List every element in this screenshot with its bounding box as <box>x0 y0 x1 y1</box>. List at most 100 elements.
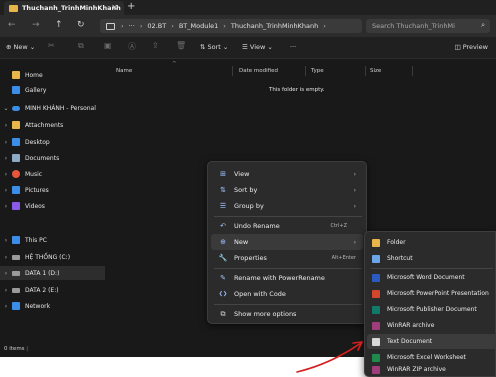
chevron-right-icon[interactable]: › <box>0 122 12 129</box>
menu-item-powerrename[interactable]: ✎ Rename with PowerRename <box>211 270 363 286</box>
sidebar-item-videos[interactable]: › Videos <box>0 199 105 213</box>
column-header-type[interactable]: Type <box>311 68 324 74</box>
search-input[interactable]: Search Thuchanh_TrinhMi ⌕ <box>366 19 490 33</box>
more-options-icon: ⧉ <box>220 309 226 318</box>
navigation-pane: Home Gallery ⌄ MINH KHÁNH - Personal › A… <box>0 60 105 343</box>
forward-icon[interactable]: → <box>32 20 40 30</box>
delete-icon[interactable]: 🗑 <box>176 41 186 50</box>
sidebar-item-drive-d[interactable]: › DATA 1 (D:) <box>0 266 105 280</box>
submenu-item-powerpoint[interactable]: Microsoft PowerPoint Presentation <box>367 286 496 301</box>
search-icon: ⌕ <box>481 21 485 29</box>
preview-button[interactable]: ◫ Preview <box>454 43 488 51</box>
sidebar-item-label: HỆ THỐNG (C:) <box>25 253 71 261</box>
copy-icon[interactable]: ⧉ <box>78 41 84 51</box>
back-icon[interactable]: ← <box>8 20 16 30</box>
share-icon[interactable]: ⇪ <box>152 41 159 50</box>
pc-icon <box>12 236 20 244</box>
address-bar[interactable]: › ··· › 02.BT › BT_Module1 › Thuchanh_Tr… <box>100 19 362 33</box>
sidebar-item-gallery[interactable]: Gallery <box>0 83 105 97</box>
sort-icon: ⇅ <box>220 186 226 194</box>
drive-icon <box>12 270 20 276</box>
submenu-item-label: Microsoft Excel Worksheet <box>387 354 466 361</box>
sidebar-item-desktop[interactable]: › Desktop <box>0 135 105 149</box>
sidebar-item-drive-e[interactable]: › DATA 2 (E:) <box>0 283 105 297</box>
sidebar-item-home[interactable]: Home <box>0 68 105 82</box>
chevron-right-icon[interactable]: › <box>0 303 12 310</box>
chevron-right-icon[interactable]: › <box>0 287 12 294</box>
up-icon[interactable]: ↑ <box>55 20 63 30</box>
breadcrumb-more[interactable]: ··· <box>129 22 135 30</box>
submenu-item-shortcut[interactable]: Shortcut <box>367 251 496 266</box>
refresh-icon[interactable]: ↻ <box>77 20 85 30</box>
sidebar-item-music[interactable]: › Music <box>0 167 105 181</box>
new-tab-icon[interactable]: + <box>127 1 135 12</box>
menu-item-open-with-code[interactable]: ❮❯ Open with Code <box>211 286 363 302</box>
folder-icon <box>372 238 380 247</box>
column-header-date-modified[interactable]: Date modified <box>239 68 278 74</box>
folder-icon <box>12 121 20 129</box>
menu-item-view[interactable]: ⊞ View › <box>211 166 363 182</box>
chevron-right-icon: › <box>323 22 326 30</box>
sidebar-item-this-pc[interactable]: › This PC <box>0 233 105 247</box>
sidebar-item-drive-c[interactable]: › HỆ THỐNG (C:) <box>0 250 105 264</box>
menu-item-label: Group by <box>234 202 264 210</box>
submenu-item-folder[interactable]: Folder <box>367 235 496 250</box>
sidebar-item-attachments[interactable]: › Attachments <box>0 118 105 132</box>
chevron-right-icon[interactable]: › <box>0 237 12 244</box>
sidebar-item-onedrive[interactable]: ⌄ MINH KHÁNH - Personal <box>0 101 105 115</box>
submenu-item-label: Microsoft Word Document <box>387 274 465 281</box>
chevron-right-icon[interactable]: › <box>0 254 12 261</box>
monitor-icon <box>106 22 115 30</box>
menu-item-undo-rename[interactable]: ↶ Undo Rename Ctrl+Z <box>211 218 363 234</box>
winrar-zip-icon <box>372 365 380 374</box>
text-document-icon <box>372 337 380 346</box>
menu-item-group-by[interactable]: ☰ Group by › <box>211 198 363 214</box>
view-button[interactable]: ☰ View ⌄ <box>242 43 273 51</box>
breadcrumb-segment[interactable]: Thuchanh_TrinhMinhKhanh <box>231 22 318 30</box>
new-button[interactable]: ⊕ New ⌄ <box>6 43 35 51</box>
item-count: 0 items <box>4 346 25 352</box>
sidebar-item-label: Desktop <box>25 138 50 146</box>
rename-icon[interactable]: Ⓐ <box>128 41 136 52</box>
breadcrumb-segment[interactable]: BT_Module1 <box>179 22 218 30</box>
tab-thuchanh[interactable]: Thuchanh_TrinhMinhKhanh ✕ <box>4 1 124 15</box>
submenu-item-winrar-zip[interactable]: WinRAR ZIP archive <box>367 362 496 377</box>
sidebar-item-label: MINH KHÁNH - Personal <box>25 104 96 112</box>
chevron-right-icon[interactable]: › <box>0 171 12 178</box>
close-tab-icon[interactable]: ✕ <box>111 3 118 12</box>
sidebar-item-documents[interactable]: › Documents <box>0 151 105 165</box>
pictures-icon <box>12 186 20 194</box>
cut-icon[interactable]: ✂ <box>48 41 55 50</box>
submenu-item-winrar[interactable]: WinRAR archive <box>367 318 496 333</box>
submenu-item-word-document[interactable]: Microsoft Word Document <box>367 270 496 285</box>
menu-item-new[interactable]: ⊕ New › <box>211 234 363 250</box>
properties-icon: 🔧 <box>218 254 228 262</box>
menu-item-sort-by[interactable]: ⇅ Sort by › <box>211 182 363 198</box>
command-bar: ⊕ New ⌄ ✂ ⧉ ▣ Ⓐ ⇪ 🗑 ⇅ Sort ⌄ ☰ View ⌄ ··… <box>0 37 496 59</box>
red-arrow-annotation-icon <box>296 341 363 373</box>
column-header-size[interactable]: Size <box>370 68 381 74</box>
more-button[interactable]: ··· <box>290 43 296 51</box>
menu-separator <box>214 216 362 217</box>
column-header-name[interactable]: Name <box>116 68 132 74</box>
chevron-right-icon[interactable]: › <box>0 270 12 277</box>
paste-icon[interactable]: ▣ <box>104 41 112 50</box>
submenu-item-text-document[interactable]: Text Document <box>367 334 496 349</box>
breadcrumb-segment[interactable]: 02.BT <box>147 22 166 30</box>
sidebar-item-network[interactable]: › Network <box>0 299 105 313</box>
menu-item-label: Properties <box>234 254 267 262</box>
chevron-right-icon[interactable]: › <box>0 203 12 210</box>
sidebar-item-label: Pictures <box>25 186 49 194</box>
chevron-right-icon[interactable]: › <box>0 187 12 194</box>
menu-item-label: Open with Code <box>234 290 286 298</box>
menu-item-properties[interactable]: 🔧 Properties Alt+Enter <box>211 250 363 266</box>
chevron-right-icon[interactable]: › <box>0 139 12 146</box>
chevron-right-icon[interactable]: › <box>0 155 12 162</box>
sidebar-item-pictures[interactable]: › Pictures <box>0 183 105 197</box>
menu-item-show-more-options[interactable]: ⧉ Show more options <box>211 306 363 322</box>
sort-button[interactable]: ⇅ Sort ⌄ <box>200 43 228 51</box>
submenu-item-publisher[interactable]: Microsoft Publisher Document <box>367 302 496 317</box>
empty-folder-message: This folder is empty. <box>269 87 325 93</box>
menu-separator <box>371 268 493 269</box>
submenu-item-label: WinRAR archive <box>387 322 435 329</box>
